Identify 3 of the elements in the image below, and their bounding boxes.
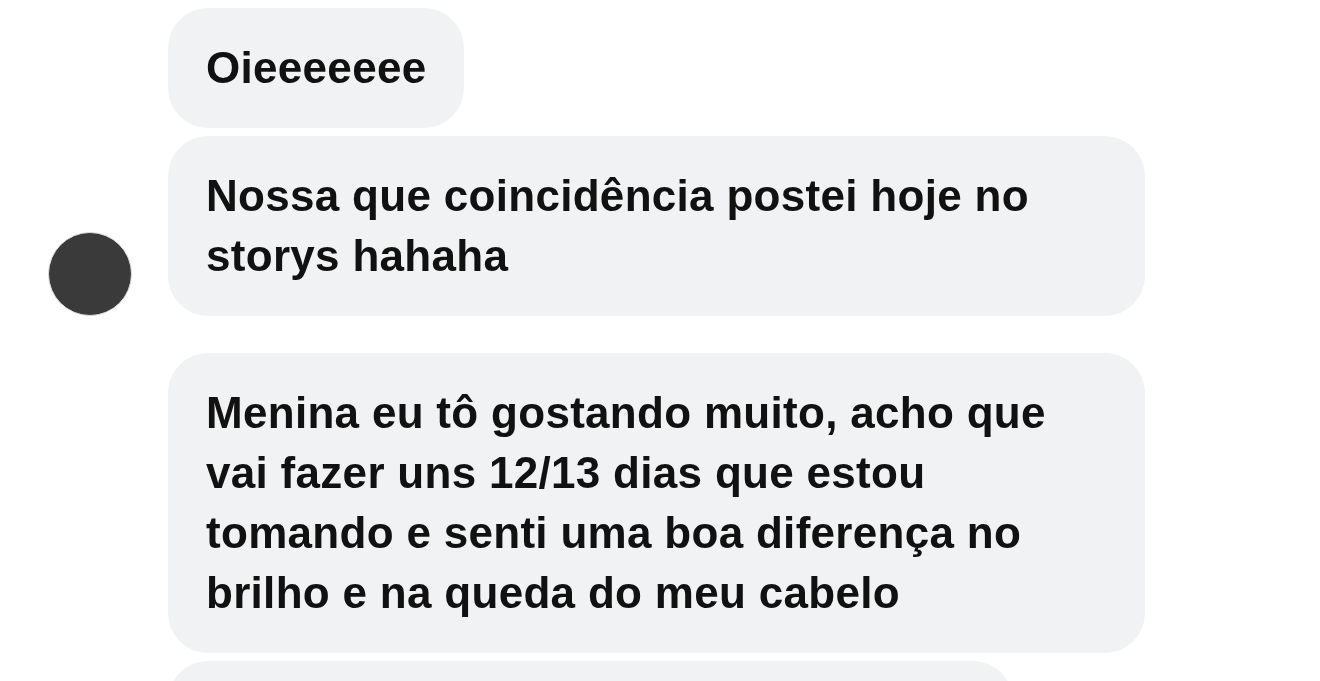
- message-bubble: Oieeeeeee: [168, 8, 465, 128]
- message-bubble: Menina eu tô gostando muito, acho que vai fazer uns 12/13 dias que estou tomando e senti uma boa diferença no brilho e na queda do meu cabelo: [168, 353, 1145, 653]
- message-bubble: Nossa que coincidência postei hoje no storys hahaha: [168, 136, 1145, 316]
